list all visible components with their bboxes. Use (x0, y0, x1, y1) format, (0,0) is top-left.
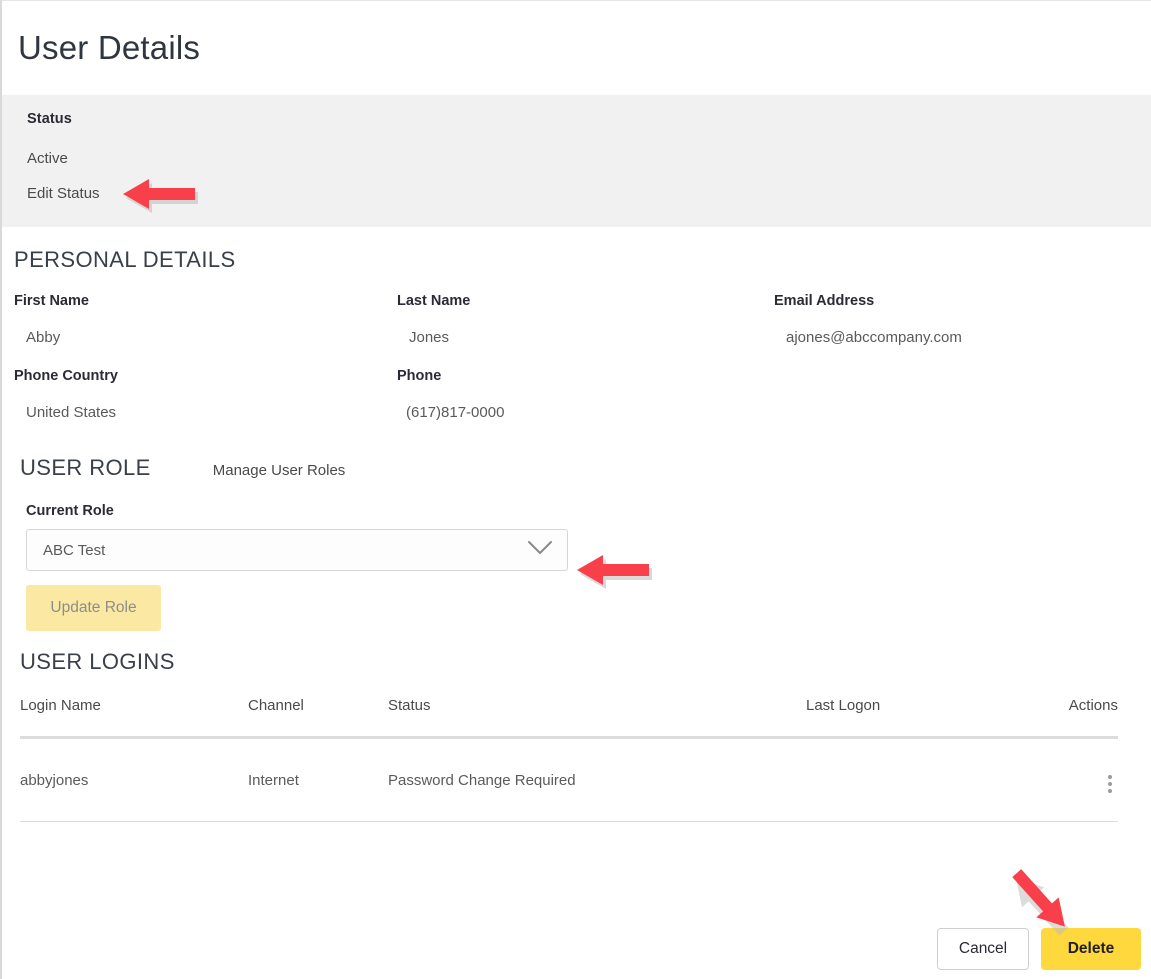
email-address-value: ajones@abccompany.com (786, 329, 962, 346)
last-name-label: Last Name (397, 293, 471, 309)
first-name-value: Abby (26, 329, 61, 346)
column-status: Status (388, 697, 806, 739)
phone-value: (617)817-0000 (406, 404, 505, 421)
column-login-name: Login Name (20, 697, 248, 739)
current-role-select[interactable]: ABC Test (26, 529, 568, 571)
personal-details-grid: First Name Last Name Email Address Abby … (14, 293, 1151, 443)
user-role-heading: USER ROLE (20, 455, 151, 480)
personal-details-heading: PERSONAL DETAILS (14, 247, 236, 272)
footer-actions: Cancel Delete (937, 928, 1141, 970)
current-role-selected-value: ABC Test (43, 541, 106, 559)
status-label: Status (27, 111, 72, 127)
chevron-down-icon (527, 540, 553, 561)
spacer-cell-2 (774, 404, 1151, 443)
first-name-label: First Name (14, 293, 89, 309)
manage-user-roles-link[interactable]: Manage User Roles (213, 462, 346, 479)
cell-status: Password Change Required (388, 737, 806, 822)
page-title: User Details (18, 29, 201, 66)
cell-last-logon (806, 737, 1011, 822)
column-channel: Channel (248, 697, 388, 739)
status-value: Active (27, 150, 68, 167)
column-actions: Actions (1011, 697, 1118, 739)
user-logins-section: USER LOGINS Login Name Channel Status La… (2, 631, 1151, 822)
personal-details-section: PERSONAL DETAILS First Name Last Name Em… (2, 227, 1151, 443)
user-logins-heading: USER LOGINS (20, 649, 175, 674)
phone-label: Phone (397, 368, 442, 384)
column-last-logon: Last Logon (806, 697, 1011, 739)
edit-status-link[interactable]: Edit Status (27, 185, 100, 202)
email-address-label: Email Address (774, 293, 875, 309)
cell-channel: Internet (248, 737, 388, 822)
cancel-button[interactable]: Cancel (937, 928, 1029, 970)
user-role-section: USER ROLE Manage User Roles Current Role… (2, 443, 1151, 631)
user-logins-table: Login Name Channel Status Last Logon Act… (20, 697, 1118, 822)
current-role-label: Current Role (26, 503, 114, 519)
page-header: User Details (2, 1, 1151, 95)
table-row: abbyjones Internet Password Change Requi… (20, 737, 1118, 822)
kebab-menu-icon[interactable] (1102, 773, 1118, 795)
user-role-heading-row: USER ROLE Manage User Roles (20, 455, 1151, 481)
phone-country-value: United States (26, 404, 117, 421)
current-role-select-row: ABC Test (26, 529, 1151, 571)
delete-button[interactable]: Delete (1041, 928, 1141, 970)
phone-country-label: Phone Country (14, 368, 118, 384)
user-details-page: User Details Status Active Edit Status P… (0, 0, 1151, 979)
cell-actions (1011, 737, 1118, 822)
status-section: Status Active Edit Status (2, 95, 1151, 227)
last-name-value: Jones (409, 329, 450, 346)
table-header-row: Login Name Channel Status Last Logon Act… (20, 697, 1118, 739)
update-role-button[interactable]: Update Role (26, 585, 161, 631)
cell-login-name: abbyjones (20, 737, 248, 822)
spacer-cell (774, 368, 1151, 404)
